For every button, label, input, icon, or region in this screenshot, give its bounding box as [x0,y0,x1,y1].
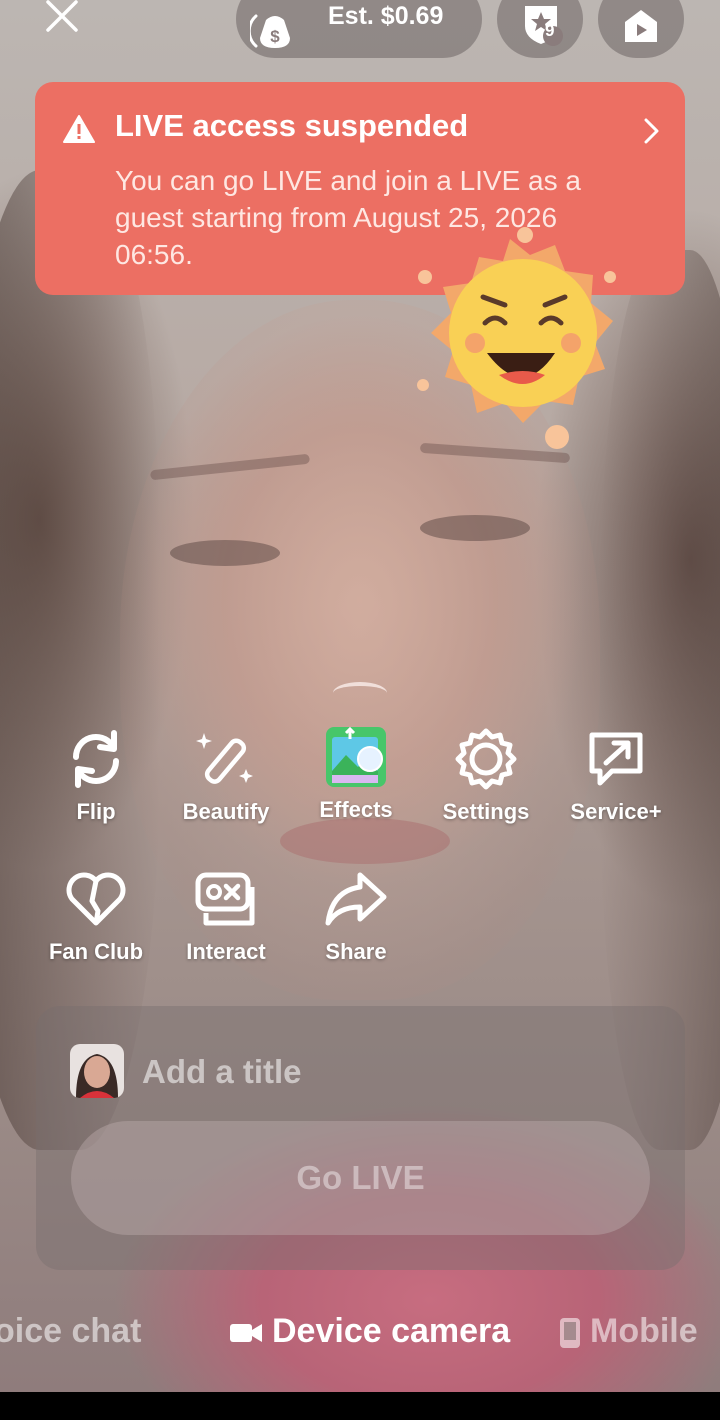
flip-tool[interactable]: Flip [31,727,161,825]
go-live-button[interactable]: Go LIVE [71,1121,650,1235]
svg-text:$: $ [270,27,280,46]
close-icon [46,0,78,32]
rank-badge-button[interactable]: 9 [497,0,583,58]
estimate-label: Est. $0.69 [328,2,444,30]
heart-icon [66,872,126,926]
avatar-image [70,1044,124,1098]
house-play-icon [625,10,657,42]
system-nav-bar [0,1392,720,1420]
close-button[interactable] [40,0,84,38]
preview-eye-left [170,540,280,566]
estimated-earnings-pill[interactable]: $ Est. $0.69 [236,0,482,58]
beautify-tool[interactable]: Beautify [161,727,291,825]
phone-icon [560,1318,580,1349]
banner-title: LIVE access suspended [115,108,469,143]
preview-eye-right [420,515,530,541]
beautify-label: Beautify [182,799,270,824]
sun-sticker[interactable] [405,205,625,455]
tab-device-camera[interactable]: Device camera [230,1312,510,1351]
flip-label: Flip [76,799,116,824]
service-plus-tool[interactable]: Service+ [551,727,681,825]
effects-label: Effects [319,797,393,822]
preview-nose [333,682,387,704]
warning-icon [63,115,95,143]
effects-tool[interactable]: Effects [291,725,421,823]
title-input[interactable] [140,1046,644,1098]
avatar[interactable] [70,1044,124,1098]
live-center-button[interactable] [598,0,684,58]
camera-preview: $ Est. $0.69 9 LIVE access suspended You… [0,0,720,1392]
magic-wand-icon [196,733,253,784]
interact-label: Interact [186,939,266,964]
tab-device-camera-label: Device camera [272,1312,511,1350]
tab-voice-chat[interactable]: oice chat [0,1312,141,1351]
badge-icon [525,6,563,46]
tab-voice-chat-label: oice chat [0,1312,142,1350]
gear-icon [455,728,517,790]
share-label: Share [325,939,387,964]
service-plus-icon [589,732,643,786]
live-setup-panel: Go LIVE [36,1006,685,1270]
tab-mobile[interactable]: Mobile [560,1312,698,1351]
video-camera-icon [230,1324,262,1343]
money-bag-icon: $ [250,14,290,48]
share-tool[interactable]: Share [291,867,421,965]
fan-club-tool[interactable]: Fan Club [31,867,161,965]
interact-tool[interactable]: Interact [161,867,291,965]
effects-icon [326,726,386,787]
settings-label: Settings [442,799,530,824]
chevron-right-icon [644,118,659,144]
rank-number: 9 [545,21,555,40]
settings-tool[interactable]: Settings [421,727,551,825]
fan-club-label: Fan Club [48,939,144,964]
service-plus-label: Service+ [570,799,662,824]
game-controller-icon [195,872,255,926]
share-arrow-icon [325,872,387,926]
flip-camera-icon [73,730,119,788]
tab-mobile-label: Mobile [590,1312,698,1350]
